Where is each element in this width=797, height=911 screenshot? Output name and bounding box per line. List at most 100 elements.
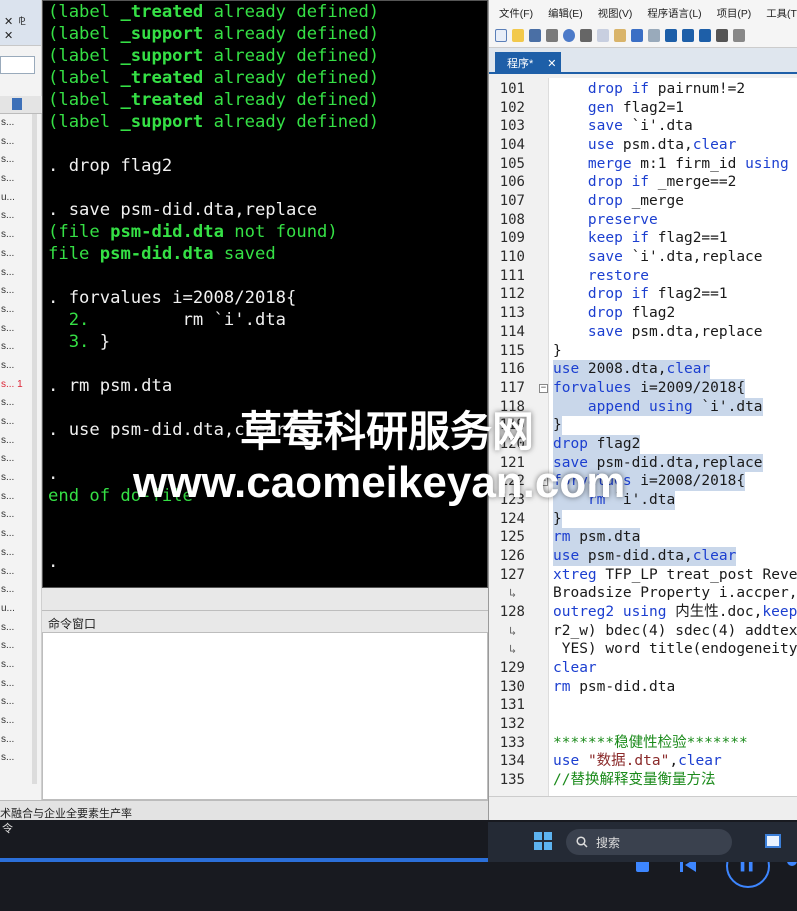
code-line[interactable]: 107 drop _merge (489, 192, 797, 211)
find-icon[interactable] (563, 29, 575, 42)
variable-item[interactable]: s... (0, 712, 30, 731)
code-line[interactable]: 114 save psm.dta,replace (489, 323, 797, 342)
code-line[interactable]: 130 rm psm-did.dta (489, 678, 797, 697)
panel-controls[interactable]: ✕ ⅊ ✕ (4, 14, 41, 42)
variable-item[interactable]: s... (0, 637, 30, 656)
save-icon[interactable] (529, 29, 541, 42)
code-line[interactable]: 101 drop if pairnum!=2 (489, 80, 797, 99)
code-line[interactable]: 120 drop flag2 (489, 434, 797, 454)
variable-item[interactable]: s... (0, 301, 30, 320)
code-editor[interactable]: 101 drop if pairnum!=2 102 gen flag2=1 103… (489, 78, 797, 796)
taskbar-app-icon[interactable] (765, 834, 781, 848)
open-folder-icon[interactable] (512, 29, 524, 42)
variable-item[interactable]: s... (0, 525, 30, 544)
code-line[interactable]: 103 save `i'.dta (489, 117, 797, 136)
code-line[interactable]: 128 outreg2 using 内生性.doc,keep (489, 603, 797, 622)
code-line[interactable]: ↳ YES) word title(endogeneity) (489, 640, 797, 659)
code-line[interactable]: 115} (489, 342, 797, 361)
variable-item[interactable]: s... (0, 264, 30, 283)
cut-icon[interactable] (580, 29, 592, 42)
variable-item[interactable]: u... (0, 600, 30, 619)
variable-item[interactable]: s... (0, 581, 30, 600)
variable-item[interactable]: s... (0, 245, 30, 264)
code-line[interactable]: ↳ r2_w) bdec(4) sdec(4) addtext (489, 622, 797, 641)
code-line[interactable]: 131 (489, 696, 797, 715)
code-line[interactable]: 112 drop if flag2==1 (489, 285, 797, 304)
code-line[interactable]: 126 use psm-did.dta,clear (489, 547, 797, 566)
menu-item[interactable]: 视图(V) (598, 5, 633, 20)
variable-item[interactable]: s... (0, 749, 30, 768)
variable-filter-input[interactable] (0, 56, 35, 74)
code-line[interactable]: 108 preserve (489, 211, 797, 230)
code-line[interactable]: 124} (489, 509, 797, 529)
variables-column-header[interactable] (0, 96, 42, 114)
tab-close-icon[interactable]: ✕ (547, 57, 556, 70)
variable-item[interactable]: s... (0, 432, 30, 451)
code-line[interactable]: 113 drop flag2 (489, 304, 797, 323)
paste-icon[interactable] (614, 29, 626, 42)
variable-item[interactable]: s... (0, 338, 30, 357)
code-line[interactable]: 119} (489, 416, 797, 435)
code-line[interactable]: 105 merge m:1 firm_id using ` (489, 155, 797, 174)
code-line[interactable]: 127 xtreg TFP_LP treat_post ReveG (489, 566, 797, 585)
redo-icon[interactable] (648, 29, 660, 42)
code-line[interactable]: 111 restore (489, 267, 797, 286)
variable-item[interactable]: s... (0, 506, 30, 525)
menu-item[interactable]: 项目(P) (717, 5, 752, 20)
variable-item[interactable]: s... (0, 731, 30, 750)
code-line[interactable]: 118 append using `i'.dta (489, 397, 797, 417)
new-file-icon[interactable] (495, 29, 507, 42)
menu-item[interactable]: 编辑(E) (548, 5, 583, 20)
variable-item[interactable]: s... (0, 151, 30, 170)
command-input[interactable] (42, 632, 488, 800)
code-line[interactable]: 109 keep if flag2==1 (489, 229, 797, 248)
bookmark-icon[interactable] (665, 29, 677, 42)
variable-item[interactable]: s... (0, 563, 30, 582)
code-line[interactable]: 129 clear (489, 659, 797, 678)
variable-item[interactable]: s... (0, 282, 30, 301)
code-line[interactable]: 104 use psm.dta,clear (489, 136, 797, 155)
variable-item[interactable]: s... (0, 469, 30, 488)
run-icon[interactable] (733, 29, 745, 42)
copy-icon[interactable] (597, 29, 609, 42)
show-icon[interactable] (716, 29, 728, 42)
variable-item[interactable]: s... (0, 114, 30, 133)
variable-item[interactable]: s... (0, 226, 30, 245)
variable-item[interactable]: s... (0, 656, 30, 675)
menu-item[interactable]: 程序语言(L) (647, 5, 701, 20)
menu-item[interactable]: 文件(F) (499, 5, 533, 20)
tab-program[interactable]: 程序* ✕ (495, 52, 561, 74)
code-line[interactable]: 110 save `i'.dta,replace (489, 248, 797, 267)
code-line[interactable]: 134 use "数据.dta",clear (489, 752, 797, 771)
code-line[interactable]: 125 rm psm.dta (489, 528, 797, 547)
code-line[interactable]: 116 use 2008.dta,clear (489, 360, 797, 379)
variable-item[interactable]: s... (0, 450, 30, 469)
variable-item[interactable]: u... (0, 189, 30, 208)
print-icon[interactable] (546, 29, 558, 42)
code-line[interactable]: ↳ Broadsize Property i.accper,f (489, 584, 797, 603)
next-bookmark-icon[interactable] (699, 29, 711, 42)
variable-item[interactable]: s... (0, 693, 30, 712)
windows-start-icon[interactable] (534, 832, 552, 850)
menu-item[interactable]: 工具(T) (766, 5, 797, 20)
variable-item[interactable]: s... (0, 133, 30, 152)
code-line[interactable]: 102 gen flag2=1 (489, 99, 797, 118)
editor-horizontal-scrollbar[interactable] (489, 796, 797, 822)
variable-item[interactable]: s... (0, 488, 30, 507)
variables-scrollbar[interactable] (32, 114, 37, 784)
prev-bookmark-icon[interactable] (682, 29, 694, 42)
variable-item[interactable]: s... (0, 675, 30, 694)
variable-item[interactable]: s... (0, 320, 30, 339)
taskbar-search[interactable]: 搜索 (566, 829, 732, 855)
variable-item[interactable]: s... (0, 544, 30, 563)
fold-toggle-icon[interactable]: − (539, 383, 548, 393)
results-divider[interactable] (42, 588, 488, 610)
code-line[interactable]: 106 drop if _merge==2 (489, 173, 797, 192)
variable-item[interactable]: s... (0, 357, 30, 376)
variable-item[interactable]: s... (0, 394, 30, 413)
code-line[interactable]: 133 *******稳健性检验******* (489, 734, 797, 753)
undo-icon[interactable] (631, 29, 643, 42)
variable-item[interactable]: s... 1 (0, 376, 30, 395)
variable-item[interactable]: s... (0, 207, 30, 226)
code-line[interactable]: 117 − forvalues i=2009/2018{ (489, 378, 797, 398)
